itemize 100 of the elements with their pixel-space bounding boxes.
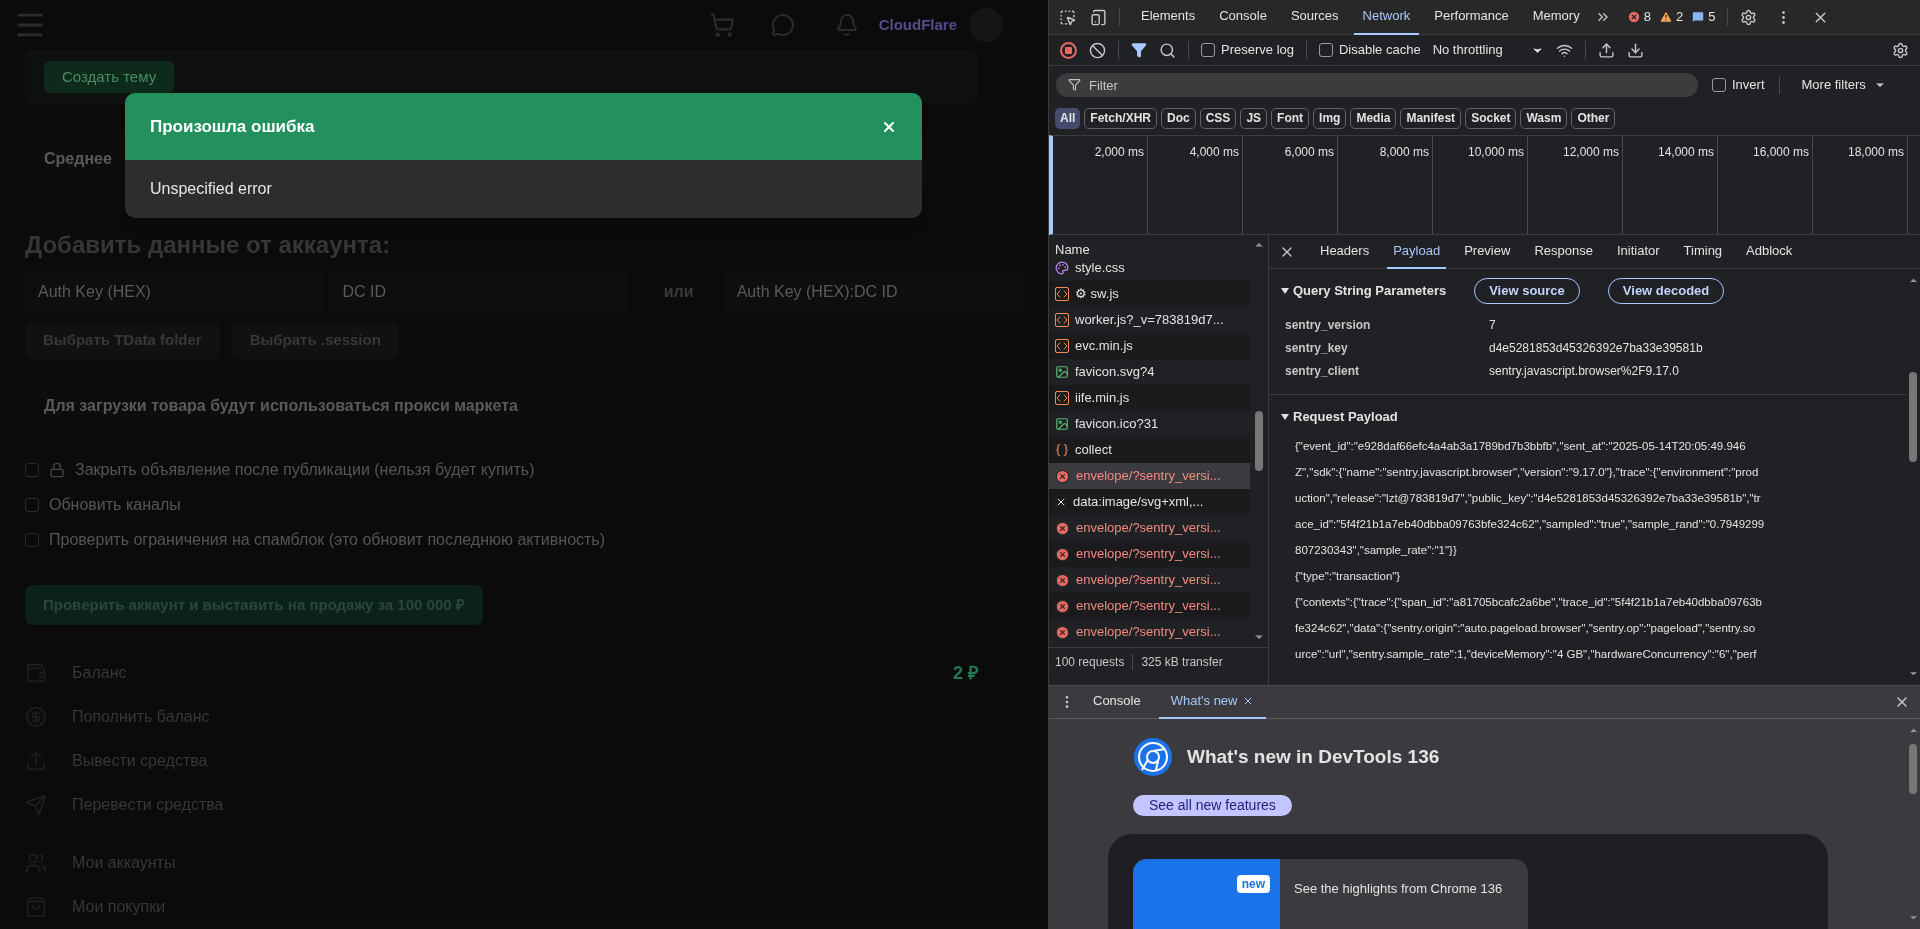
request-name: evc.min.js bbox=[1075, 337, 1133, 356]
request-row[interactable]: evc.min.js bbox=[1049, 333, 1251, 359]
request-name: style.css bbox=[1075, 259, 1125, 278]
type-filter-chip[interactable]: JS bbox=[1240, 107, 1268, 129]
detail-tab[interactable]: Payload bbox=[1387, 234, 1447, 269]
error-icon bbox=[1055, 572, 1070, 588]
drawer-tab[interactable]: What's new bbox=[1158, 685, 1266, 719]
devtools-tab[interactable]: Performance bbox=[1425, 0, 1518, 35]
checkbox[interactable] bbox=[1201, 43, 1215, 57]
checkbox[interactable] bbox=[25, 497, 39, 512]
code-icon bbox=[1055, 313, 1069, 327]
devtools-tab[interactable]: Console bbox=[1210, 0, 1276, 35]
highlight-card[interactable]: new See the highlights from Chrome 136 bbox=[1133, 859, 1528, 929]
checkbox[interactable] bbox=[1712, 78, 1726, 92]
proxy-notice: Для загрузки товара будут использоваться прокси маркета bbox=[44, 395, 518, 416]
search-icon[interactable] bbox=[1159, 41, 1176, 59]
scrollbar-thumb[interactable] bbox=[1255, 411, 1264, 471]
detail-tab[interactable]: Timing bbox=[1677, 234, 1729, 269]
clear-icon[interactable] bbox=[1089, 41, 1106, 59]
expand-triangle-icon[interactable] bbox=[1281, 288, 1289, 294]
devtools-tab[interactable]: Network bbox=[1353, 0, 1420, 35]
checkbox[interactable] bbox=[1319, 43, 1333, 57]
checkbox[interactable] bbox=[25, 462, 39, 477]
upload-icon[interactable] bbox=[1597, 41, 1615, 59]
scrollbar-thumb[interactable] bbox=[1909, 372, 1917, 462]
request-row[interactable]: envelope/?sentry_versi... bbox=[1049, 463, 1251, 489]
type-filter-chip[interactable]: Img bbox=[1313, 107, 1347, 129]
detail-tab[interactable]: Initiator bbox=[1610, 234, 1666, 269]
type-filter-chip[interactable]: Doc bbox=[1161, 107, 1196, 129]
request-row[interactable]: data:image/svg+xml,... bbox=[1049, 489, 1251, 515]
message-count[interactable]: 5 bbox=[1708, 7, 1716, 27]
throttling-select[interactable]: No throttling bbox=[1432, 40, 1544, 60]
type-filter-chip[interactable]: All bbox=[1055, 107, 1081, 129]
braces-icon bbox=[1055, 443, 1069, 457]
detail-tab[interactable]: Preview bbox=[1458, 234, 1517, 269]
scrollbar-thumb[interactable] bbox=[1909, 744, 1917, 794]
type-filter-chip[interactable]: Wasm bbox=[1520, 107, 1568, 129]
request-row[interactable]: ⚙ sw.js bbox=[1049, 281, 1251, 307]
timeline-tick: 14,000 ms bbox=[1657, 145, 1714, 159]
type-filter-chip[interactable]: Fetch/XHR bbox=[1084, 107, 1158, 129]
timeline-tick: 10,000 ms bbox=[1467, 145, 1524, 159]
new-badge: new bbox=[1236, 875, 1270, 893]
checkbox[interactable] bbox=[25, 532, 39, 547]
request-name: envelope/?sentry_versi... bbox=[1076, 623, 1221, 642]
request-row[interactable]: iife.min.js bbox=[1049, 385, 1251, 411]
option-label: Обновить каналы bbox=[49, 494, 181, 515]
error-icon bbox=[1055, 520, 1070, 536]
timeline-overview[interactable]: 2,000 ms 4,000 ms 6,000 ms 8,000 ms 10,000 ms 12,000 ms 14,000 ms 16,000 ms 18,000 ms bbox=[1049, 135, 1920, 235]
timeline-tick: 8,000 ms bbox=[1379, 145, 1429, 159]
type-filter-chip[interactable]: Socket bbox=[1465, 107, 1517, 129]
type-filter-chip[interactable]: CSS bbox=[1199, 107, 1237, 129]
request-name: collect bbox=[1075, 441, 1112, 460]
drawer-tab[interactable]: Console bbox=[1081, 685, 1153, 719]
type-filter-chip[interactable]: Manifest bbox=[1400, 107, 1462, 129]
detail-tab[interactable]: Adblock bbox=[1740, 234, 1799, 269]
type-filter-chip[interactable]: Media bbox=[1350, 107, 1397, 129]
create-topic-button[interactable]: Создать тему bbox=[44, 60, 175, 93]
devtools-tab[interactable]: Memory bbox=[1523, 0, 1589, 35]
code-icon bbox=[1055, 391, 1069, 405]
more-filters-dropdown[interactable]: More filters bbox=[1801, 75, 1886, 95]
timeline-tick: 6,000 ms bbox=[1284, 145, 1334, 159]
request-name: envelope/?sentry_versi... bbox=[1076, 467, 1221, 486]
image-icon bbox=[1055, 365, 1069, 379]
download-icon[interactable] bbox=[1626, 41, 1644, 59]
request-row[interactable]: envelope/?sentry_versi... bbox=[1049, 541, 1251, 567]
device-toolbar-icon[interactable] bbox=[1090, 8, 1107, 26]
checkbox-label: Disable cache bbox=[1339, 41, 1421, 60]
payload-text: Z","sdk":{"name":"sentry.javascript.browser","version":"9.17.0"},"trace":{"environment":"prod bbox=[1295, 464, 1760, 480]
message-icon bbox=[1691, 10, 1706, 24]
warning-count[interactable]: 2 bbox=[1675, 7, 1684, 27]
error-icon bbox=[1055, 468, 1070, 484]
dialog-title: Произошла ошибка bbox=[150, 115, 315, 138]
param-name: sentry_client bbox=[1285, 362, 1361, 380]
type-filter-chip[interactable]: Font bbox=[1271, 107, 1310, 129]
type-filter-chip[interactable]: Other bbox=[1571, 107, 1616, 129]
balance-value: 2 ₽ bbox=[953, 661, 978, 685]
devtools-tab[interactable]: Elements bbox=[1132, 0, 1205, 35]
settings-icon[interactable] bbox=[1740, 8, 1758, 26]
settings-icon[interactable] bbox=[1892, 41, 1909, 59]
expand-triangle-icon[interactable] bbox=[1281, 413, 1289, 420]
filter-field[interactable]: Filter bbox=[1056, 73, 1698, 97]
devtools-tab[interactable]: Sources bbox=[1281, 0, 1348, 35]
request-name: ⚙ sw.js bbox=[1075, 285, 1119, 304]
payload-text: {"type":"transaction"} bbox=[1295, 568, 1402, 584]
detail-tab[interactable]: Headers bbox=[1314, 234, 1376, 269]
request-row[interactable]: collect bbox=[1049, 437, 1251, 463]
timeline-tick: 2,000 ms bbox=[1094, 145, 1144, 159]
section-title[interactable]: Request Payload bbox=[1293, 407, 1398, 427]
inspect-icon[interactable] bbox=[1059, 8, 1076, 26]
see-features-button[interactable]: See all new features bbox=[1133, 795, 1292, 816]
payload-text: ace_id":"5f4f21b1a7eb40dbba09763bfe324c62","sampled":"true","sample_rand":"0.7949299 bbox=[1295, 516, 1766, 532]
checkbox-label: Preserve log bbox=[1221, 41, 1294, 60]
status-text: 100 requests bbox=[1055, 653, 1125, 671]
request-row[interactable]: envelope/?sentry_versi... bbox=[1049, 593, 1251, 619]
filter-icon[interactable] bbox=[1131, 42, 1147, 58]
error-count[interactable]: 8 bbox=[1643, 7, 1651, 27]
section-title[interactable]: Query String Parameters bbox=[1293, 281, 1447, 301]
record-icon[interactable] bbox=[1060, 41, 1077, 59]
average-label: Среднее bbox=[44, 148, 112, 169]
detail-tab[interactable]: Response bbox=[1528, 234, 1599, 269]
